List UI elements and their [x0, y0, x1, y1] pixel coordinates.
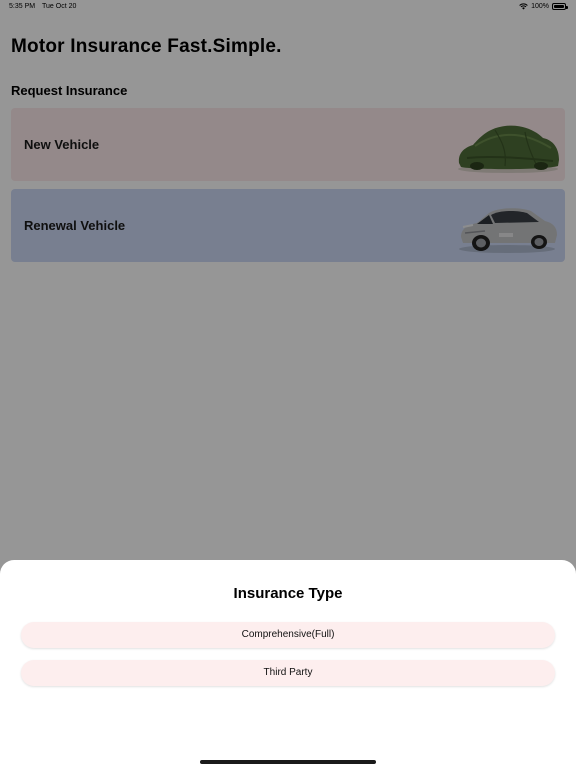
third-party-option-button[interactable]: Third Party [21, 660, 555, 686]
sheet-title: Insurance Type [233, 585, 343, 602]
home-indicator[interactable] [200, 760, 376, 764]
insurance-type-sheet: Insurance Type Comprehensive(Full) Third… [0, 560, 576, 768]
comprehensive-option-button[interactable]: Comprehensive(Full) [21, 622, 555, 648]
app-screen: 5:35 PM Tue Oct 20 100% Motor Insurance … [0, 0, 576, 768]
